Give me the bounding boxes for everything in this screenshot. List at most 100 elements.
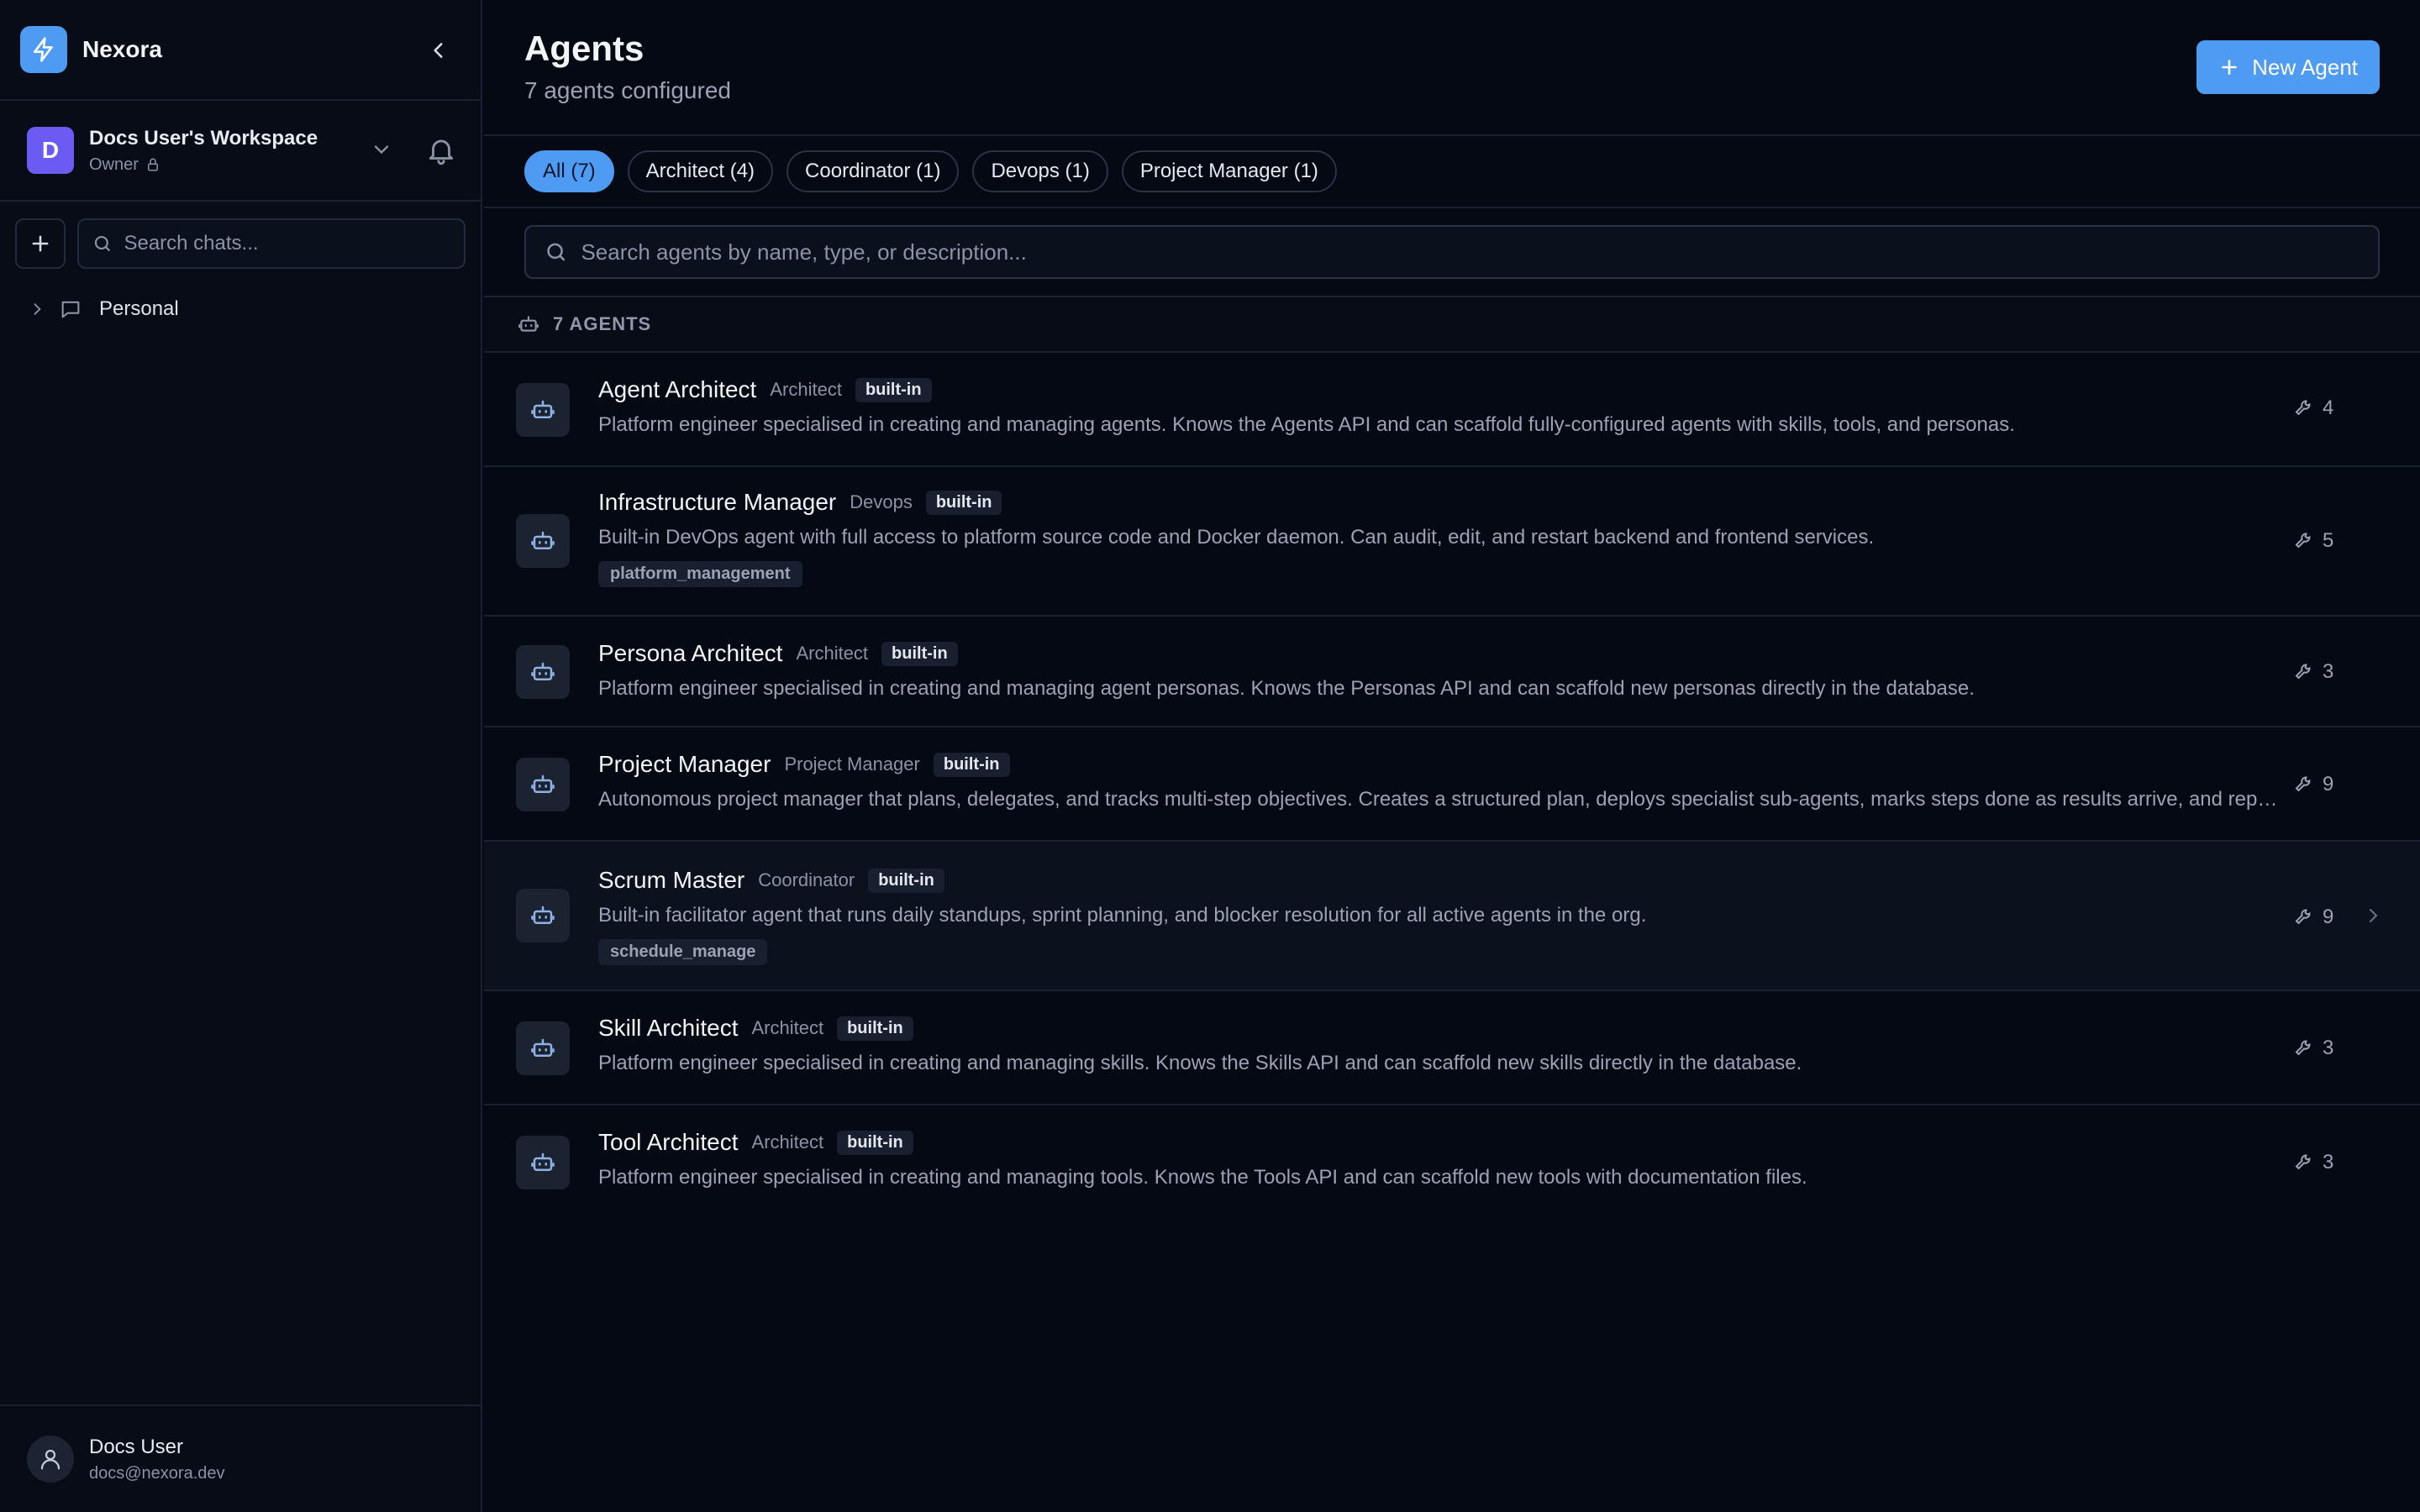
bell-icon[interactable] (425, 134, 457, 166)
chat-search-input[interactable] (124, 232, 450, 255)
agent-type: Architect (751, 1131, 824, 1152)
workspace-switcher[interactable]: D Docs User's Workspace Owner (0, 101, 481, 202)
plus-icon (2222, 60, 2238, 75)
robot-icon (516, 1021, 570, 1075)
builtin-badge: built-in (925, 490, 1002, 515)
new-chat-button[interactable] (15, 218, 66, 269)
robot-icon (516, 758, 570, 811)
brand-header: Nexora (0, 0, 481, 101)
filter-coordinator[interactable]: Coordinator (1) (786, 150, 960, 192)
agent-description: Platform engineer specialised in creatin… (598, 1166, 1807, 1189)
tool-count: 5 (2294, 529, 2333, 553)
tool-count: 4 (2294, 396, 2333, 420)
agent-tag: schedule_manage (598, 939, 768, 965)
lock-icon (147, 158, 158, 171)
builtin-badge: built-in (868, 868, 944, 893)
agent-description: Platform engineer specialised in creatin… (598, 677, 1975, 700)
lightning-icon (20, 26, 67, 73)
builtin-badge: built-in (837, 1130, 913, 1155)
folder-label: Personal (99, 297, 179, 320)
user-profile[interactable]: Docs User docs@nexora.dev (0, 1404, 481, 1512)
wrench-icon (2295, 909, 2311, 925)
robot-icon (516, 889, 570, 942)
filter-architect[interactable]: Architect (4) (627, 150, 774, 192)
agent-name: Persona Architect (598, 640, 783, 666)
filter-chips: All (7) Architect (4) Coordinator (1) De… (484, 136, 2420, 208)
agent-row[interactable]: Tool Architect Architect built-in Platfo… (484, 1105, 2420, 1220)
tool-count-value: 3 (2323, 1037, 2334, 1059)
user-name: Docs User (89, 1435, 184, 1458)
chat-search-box[interactable] (76, 218, 466, 269)
builtin-badge: built-in (933, 752, 1010, 777)
agent-row[interactable]: Persona Architect Architect built-in Pla… (484, 617, 2420, 727)
agent-name: Scrum Master (598, 867, 745, 893)
robot-icon (516, 645, 570, 699)
tool-count: 3 (2294, 1037, 2333, 1060)
app-name: Nexora (82, 36, 162, 62)
wrench-icon (2295, 1154, 2311, 1170)
agent-type: Coordinator (758, 869, 855, 890)
search-icon (547, 243, 566, 261)
tool-count: 9 (2294, 906, 2333, 929)
agents-count-bar: 7 AGENTS (484, 297, 2420, 353)
agent-name: Agent Architect (598, 376, 757, 402)
chevron-left-icon (434, 43, 443, 58)
search-icon (94, 236, 110, 251)
robot-icon (516, 514, 570, 568)
agent-row[interactable]: Agent Architect Architect built-in Platf… (484, 353, 2420, 467)
wrench-icon (2295, 664, 2311, 680)
agent-description: Platform engineer specialised in creatin… (598, 413, 2015, 436)
filter-all[interactable]: All (7) (524, 150, 614, 192)
builtin-badge: built-in (855, 377, 932, 402)
chevron-down-icon[interactable] (370, 138, 393, 161)
agent-name: Project Manager (598, 751, 771, 777)
agent-row[interactable]: Skill Architect Architect built-in Platf… (484, 991, 2420, 1105)
tool-count-value: 3 (2323, 660, 2334, 683)
plus-icon (32, 235, 49, 252)
tool-count: 3 (2294, 1151, 2333, 1174)
agent-description: Autonomous project manager that plans, d… (598, 788, 2286, 811)
agent-search-box[interactable] (524, 225, 2380, 279)
agent-name: Skill Architect (598, 1015, 739, 1041)
agents-count: 7 AGENTS (553, 313, 652, 334)
agent-search-input[interactable] (581, 239, 2360, 265)
agent-row[interactable]: Scrum Master Coordinator built-in Built-… (484, 842, 2420, 991)
user-email: docs@nexora.dev (89, 1463, 225, 1483)
agent-type: Devops (850, 491, 913, 512)
robot-icon (516, 383, 570, 437)
agent-row[interactable]: Project Manager Project Manager built-in… (484, 727, 2420, 842)
chat-bubble-icon (61, 301, 80, 318)
collapse-sidebar-button[interactable] (420, 34, 457, 67)
main-content: Agents 7 agents configured New Agent All… (484, 0, 2420, 1512)
builtin-badge: built-in (881, 641, 958, 666)
agent-type: Architect (770, 379, 842, 400)
robot-icon (518, 316, 539, 332)
agent-name: Tool Architect (598, 1129, 739, 1155)
user-icon (27, 1436, 74, 1483)
tool-count-value: 9 (2323, 773, 2334, 795)
agent-row[interactable]: Infrastructure Manager Devops built-in B… (484, 467, 2420, 617)
new-agent-button[interactable]: New Agent (2196, 40, 2380, 94)
sidebar-item-personal[interactable]: Personal (0, 289, 481, 329)
agent-type: Architect (796, 643, 869, 664)
filter-devops[interactable]: Devops (1) (972, 150, 1108, 192)
wrench-icon (2295, 776, 2311, 792)
page-subtitle: 7 agents configured (524, 77, 731, 103)
agent-tag: platform_management (598, 561, 802, 587)
page-title: Agents (524, 29, 644, 68)
wrench-icon (2295, 533, 2311, 549)
agent-description: Built-in facilitator agent that runs dai… (598, 904, 1647, 927)
filter-project-manager[interactable]: Project Manager (1) (1121, 150, 1337, 192)
wrench-icon (2295, 1040, 2311, 1056)
tool-count-value: 3 (2323, 1151, 2334, 1173)
robot-icon (516, 1136, 570, 1189)
page-header: Agents 7 agents configured New Agent (484, 0, 2420, 136)
tool-count-value: 5 (2323, 529, 2334, 552)
wrench-icon (2295, 400, 2311, 416)
builtin-badge: built-in (837, 1016, 913, 1041)
new-agent-label: New Agent (2252, 54, 2358, 80)
chevron-right-icon (34, 303, 41, 315)
workspace-role: Owner (89, 155, 139, 174)
chevron-right-icon[interactable] (2363, 906, 2383, 926)
agent-name: Infrastructure Manager (598, 489, 837, 515)
